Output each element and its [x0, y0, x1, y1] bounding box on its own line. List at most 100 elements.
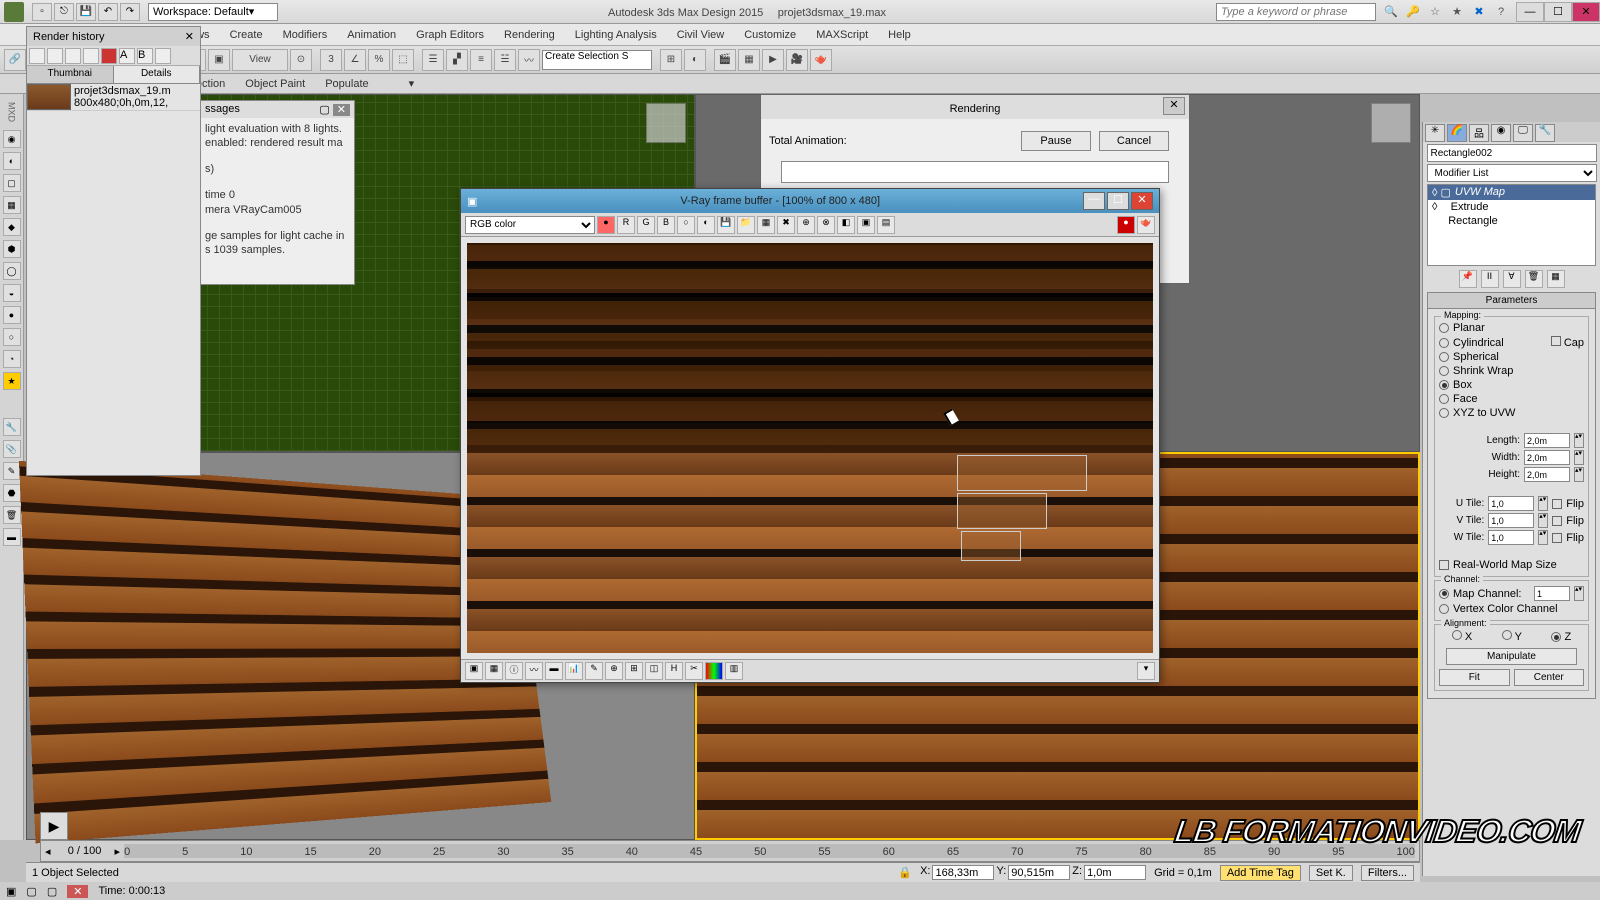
vfb-bbtn[interactable]: ◫: [645, 662, 663, 680]
vfb-btn[interactable]: ⊗: [817, 216, 835, 234]
angle-snap-icon[interactable]: ∠: [344, 49, 366, 71]
length-spinner[interactable]: [1524, 433, 1570, 448]
center-button[interactable]: Center: [1514, 669, 1585, 686]
coord-x-field[interactable]: [932, 865, 994, 880]
wflip-checkbox[interactable]: [1552, 533, 1562, 543]
radio-align-z[interactable]: [1551, 632, 1561, 642]
task-icon[interactable]: ▢: [26, 885, 36, 898]
pivot-icon[interactable]: ⊙: [290, 49, 312, 71]
material-editor-icon[interactable]: ◐: [684, 49, 706, 71]
percent-snap-icon[interactable]: %: [368, 49, 390, 71]
radio-align-y[interactable]: [1502, 630, 1512, 640]
align-icon[interactable]: ≡: [470, 49, 492, 71]
play-button[interactable]: ▶: [40, 812, 68, 840]
lt-btn[interactable]: ▢: [3, 174, 21, 192]
add-time-tag[interactable]: Add Time Tag: [1220, 865, 1301, 881]
radio-shrinkwrap[interactable]: [1439, 366, 1449, 376]
stack-uvw-map[interactable]: ◊ ▢ UVW Map: [1428, 185, 1595, 200]
vfb-bbtn[interactable]: ▣: [465, 662, 483, 680]
vfb-btn[interactable]: 📁: [737, 216, 755, 234]
lt-btn[interactable]: ◆: [3, 218, 21, 236]
menu-animation[interactable]: Animation: [337, 26, 406, 44]
lt-btn[interactable]: ◯: [3, 262, 21, 280]
link-icon[interactable]: 🔗: [4, 49, 26, 71]
fit-button[interactable]: Fit: [1439, 669, 1510, 686]
scale-icon[interactable]: ▣: [208, 49, 230, 71]
spinner-icon[interactable]: ▴▾: [1574, 467, 1584, 482]
named-selection-dropdown[interactable]: Create Selection S: [542, 50, 652, 70]
uflip-checkbox[interactable]: [1552, 499, 1562, 509]
lt-btn[interactable]: ○: [3, 328, 21, 346]
lt-btn[interactable]: 🗑: [3, 506, 21, 524]
close-icon[interactable]: ✕: [333, 104, 350, 116]
lock-icon[interactable]: 🔒: [898, 866, 912, 879]
lt-btn[interactable]: 🔧: [3, 418, 21, 436]
display-tab-icon[interactable]: 🖵: [1513, 124, 1533, 142]
radio-cylindrical[interactable]: [1439, 338, 1449, 348]
save-icon[interactable]: 💾: [76, 3, 96, 21]
lt-btn[interactable]: ◒: [3, 284, 21, 302]
minimize-button[interactable]: —: [1083, 192, 1105, 210]
rh-btn[interactable]: [65, 48, 81, 64]
pause-button[interactable]: Pause: [1021, 131, 1091, 151]
radio-planar[interactable]: [1439, 323, 1449, 333]
rh-btn[interactable]: [47, 48, 63, 64]
vfb-btn[interactable]: 💾: [717, 216, 735, 234]
viewcube[interactable]: [1371, 103, 1411, 143]
vfb-bbtn[interactable]: H: [665, 662, 683, 680]
vfb-bbtn[interactable]: ✂: [685, 662, 703, 680]
stack-extrude[interactable]: ◊ Extrude: [1428, 200, 1595, 214]
key-icon[interactable]: 🔑: [1404, 3, 1422, 21]
menu-graph-editors[interactable]: Graph Editors: [406, 26, 494, 44]
menu-rendering[interactable]: Rendering: [494, 26, 565, 44]
vflip-checkbox[interactable]: [1552, 516, 1562, 526]
maximize-button[interactable]: ☐: [1107, 192, 1129, 210]
rh-btn[interactable]: B: [137, 48, 153, 64]
cap-checkbox[interactable]: [1551, 336, 1561, 346]
vfb-expand-icon[interactable]: ▾: [1137, 662, 1155, 680]
vfb-btn[interactable]: ▦: [757, 216, 775, 234]
close-icon[interactable]: ✕: [1163, 97, 1185, 115]
modifier-stack[interactable]: ◊ ▢ UVW Map ◊ Extrude Rectangle: [1427, 184, 1596, 266]
lt-btn[interactable]: ●: [3, 306, 21, 324]
radio-map-channel[interactable]: [1439, 589, 1449, 599]
set-key-button[interactable]: Set K.: [1309, 865, 1353, 881]
motion-tab-icon[interactable]: ◉: [1491, 124, 1511, 142]
map-channel-spinner[interactable]: [1534, 586, 1570, 601]
rh-btn[interactable]: [29, 48, 45, 64]
vfb-btn[interactable]: ⊕: [797, 216, 815, 234]
render-setup-icon[interactable]: 🎬: [714, 49, 736, 71]
named-sel-icon[interactable]: ☰: [422, 49, 444, 71]
stop-render-icon[interactable]: ●: [1117, 216, 1135, 234]
lt-btn[interactable]: 📎: [3, 440, 21, 458]
vfb-bbtn[interactable]: ⊕: [605, 662, 623, 680]
coord-y-field[interactable]: [1008, 865, 1070, 880]
config-icon[interactable]: ▦: [1547, 270, 1565, 288]
render-frame-icon[interactable]: ▦: [738, 49, 760, 71]
utile-spinner[interactable]: [1488, 496, 1534, 511]
task-icon[interactable]: ▣: [6, 885, 16, 898]
lt-btn[interactable]: ◉: [3, 130, 21, 148]
vfb-bbtn[interactable]: 〰: [525, 662, 543, 680]
radio-face[interactable]: [1439, 394, 1449, 404]
vfb-bbtn[interactable]: ▥: [725, 662, 743, 680]
rh-btn[interactable]: A: [119, 48, 135, 64]
spinner-icon[interactable]: ▴▾: [1574, 450, 1584, 465]
vfb-btn[interactable]: ◐: [697, 216, 715, 234]
radio-vertex-color[interactable]: [1439, 604, 1449, 614]
stack-rectangle[interactable]: Rectangle: [1428, 214, 1595, 228]
spinner-snap-icon[interactable]: ⬚: [392, 49, 414, 71]
vfb-btn[interactable]: ○: [677, 216, 695, 234]
curve-editor-icon[interactable]: 〰: [518, 49, 540, 71]
height-spinner[interactable]: [1524, 467, 1570, 482]
vfb-btn[interactable]: G: [637, 216, 655, 234]
lt-btn[interactable]: ▦: [3, 196, 21, 214]
star-icon[interactable]: ☆: [1426, 3, 1444, 21]
radio-xyz[interactable]: [1439, 408, 1449, 418]
mirror-icon[interactable]: ▞: [446, 49, 468, 71]
open-icon[interactable]: ⎋: [54, 3, 74, 21]
object-name-field[interactable]: [1427, 144, 1597, 162]
vfb-render-view[interactable]: [467, 243, 1153, 653]
refsys-dropdown[interactable]: View: [232, 49, 288, 71]
lt-btn[interactable]: ▬: [3, 528, 21, 546]
